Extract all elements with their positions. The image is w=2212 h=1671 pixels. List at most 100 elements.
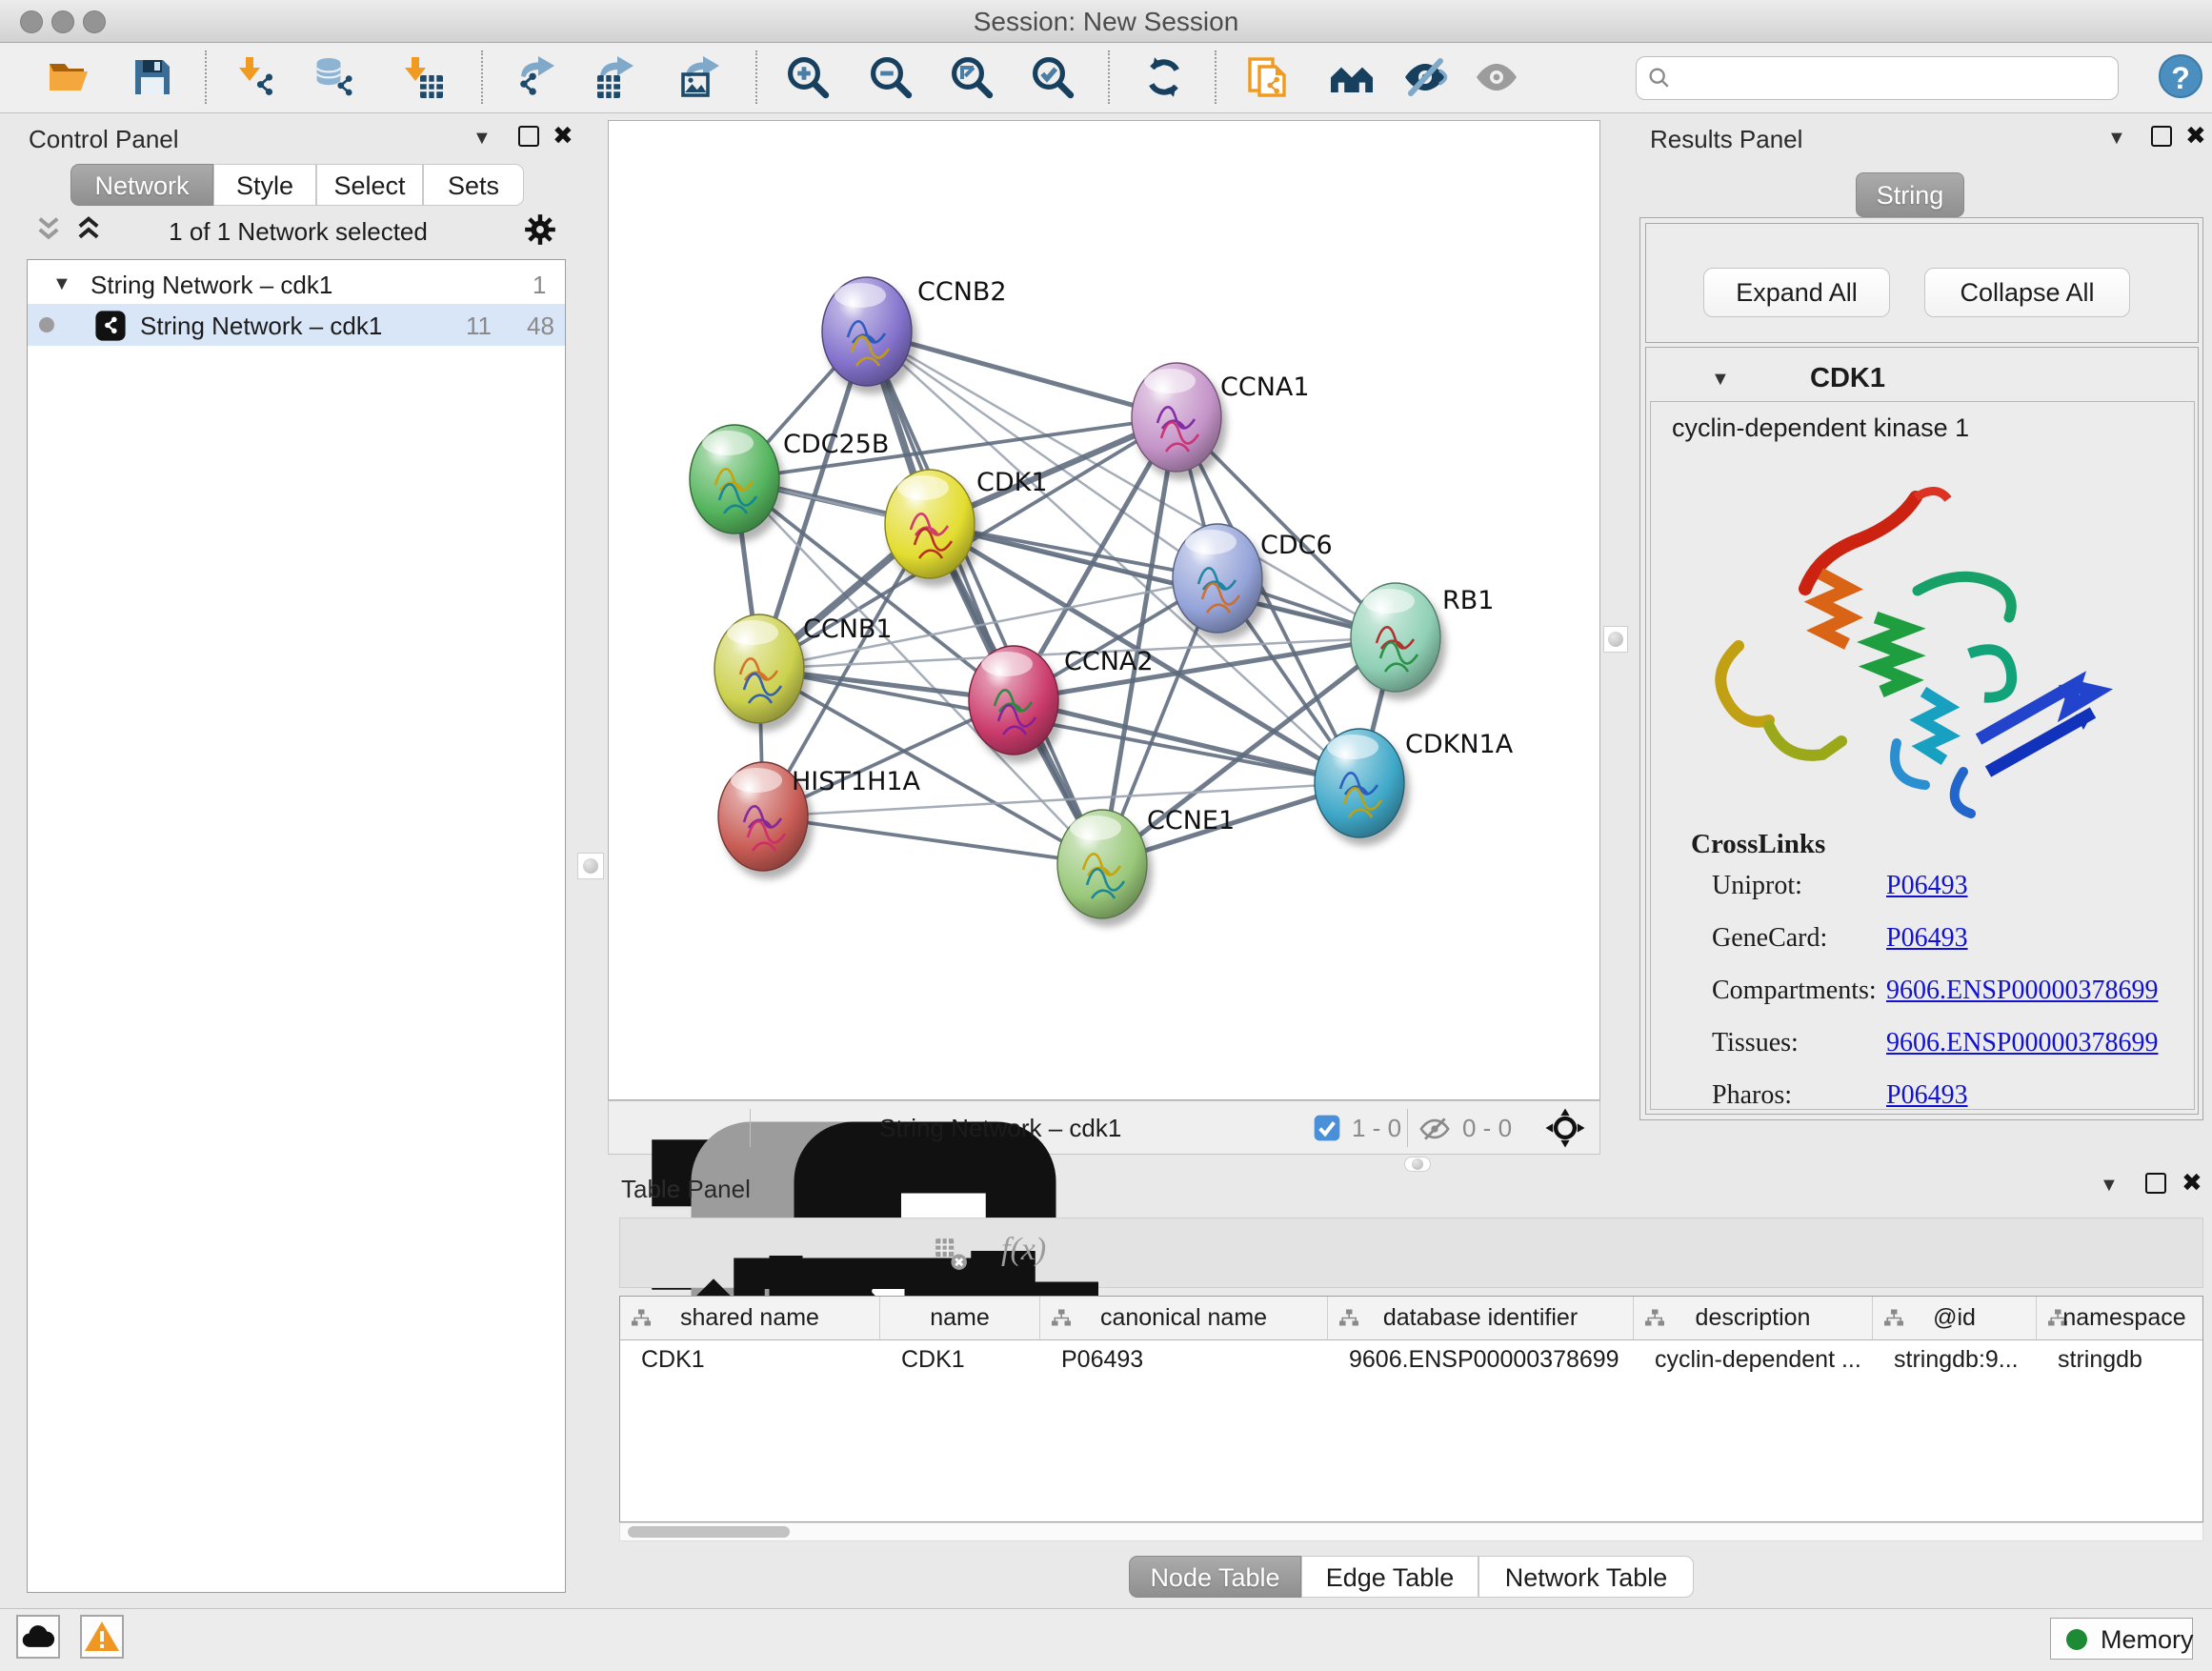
network-edge[interactable] xyxy=(1014,700,1359,783)
toolbar-separator xyxy=(481,50,483,104)
network-row[interactable]: String Network – cdk1 11 48 xyxy=(28,304,565,346)
table-cell[interactable]: CDK1 xyxy=(880,1340,1040,1377)
collection-expand-icon[interactable]: ▼ xyxy=(52,273,71,295)
save-session-button[interactable] xyxy=(130,54,175,100)
network-collection-row[interactable]: ▼ String Network – cdk1 1 xyxy=(28,264,565,306)
network-graph[interactable]: CCNB2 CCNA1 CDC25B CDK1 CDC6 RB1 CCNB1 C… xyxy=(609,121,1599,1099)
node-result-body: cyclin-dependent kinase 1 xyxy=(1650,401,2195,1110)
fit-content-icon[interactable] xyxy=(1544,1107,1586,1149)
tab-sets[interactable]: Sets xyxy=(423,164,524,206)
tab-style[interactable]: Style xyxy=(213,164,316,206)
left-splitter-handle[interactable] xyxy=(577,853,604,879)
table-cell[interactable]: CDK1 xyxy=(620,1340,880,1377)
network-options-gear-icon[interactable] xyxy=(522,211,558,248)
crosslinks-list: Uniprot:P06493GeneCard:P06493Compartment… xyxy=(1651,871,2196,1109)
results-panel-menu-icon[interactable]: ▼ xyxy=(2107,128,2126,150)
column-header-name[interactable]: name xyxy=(880,1297,1040,1340)
table-cell[interactable]: 9606.ENSP00000378699 xyxy=(1328,1340,1634,1377)
node-result-title: CDK1 xyxy=(1810,363,1885,394)
results-panel-close-button[interactable]: ✖ xyxy=(2185,125,2206,146)
table-cell[interactable]: stringdb:9... xyxy=(1873,1340,2037,1377)
column-header-shared-name[interactable]: shared name xyxy=(620,1297,880,1340)
expand-all-button[interactable]: Expand All xyxy=(1703,268,1890,317)
import-network-from-database-button[interactable] xyxy=(312,54,358,100)
crosslink-value-link[interactable]: P06493 xyxy=(1886,923,1968,954)
column-header-canonical-name[interactable]: canonical name xyxy=(1040,1297,1328,1340)
control-panel-close-button[interactable]: ✖ xyxy=(553,125,573,146)
crosslink-label: Compartments: xyxy=(1712,976,1877,1006)
collapse-all-button[interactable]: Collapse All xyxy=(1924,268,2130,317)
right-splitter-handle[interactable] xyxy=(1603,626,1628,653)
toolbar-separator xyxy=(1108,50,1110,104)
import-table-button[interactable] xyxy=(399,54,445,100)
network-node-CCNB2[interactable]: CCNB2 xyxy=(822,277,1007,386)
control-panel-title: Control Panel xyxy=(29,125,179,154)
clone-network-button[interactable] xyxy=(1245,54,1291,100)
zoom-out-button[interactable] xyxy=(868,54,914,100)
network-node-CCNA1[interactable]: CCNA1 xyxy=(1132,363,1310,472)
crosslink-value-link[interactable]: 9606.ENSP00000378699 xyxy=(1886,1028,2158,1058)
tab-network[interactable]: Network xyxy=(70,164,213,206)
table-horizontal-scrollbar[interactable] xyxy=(619,1522,2203,1541)
table-panel-close-button[interactable]: ✖ xyxy=(2182,1172,2202,1193)
zoom-selected-button[interactable] xyxy=(1030,54,1076,100)
network-icon xyxy=(94,310,127,342)
control-panel-float-button[interactable] xyxy=(518,126,539,147)
search-input[interactable] xyxy=(1682,60,2105,94)
network-canvas[interactable]: CCNB2 CCNA1 CDC25B CDK1 CDC6 RB1 CCNB1 C… xyxy=(608,120,1600,1100)
network-node-CDKN1A[interactable]: CDKN1A xyxy=(1315,729,1514,837)
export-image-button[interactable] xyxy=(677,54,723,100)
import-network-from-file-button[interactable] xyxy=(233,54,279,100)
table-cell[interactable]: cyclin-dependent ... xyxy=(1634,1340,1873,1377)
first-neighbors-button[interactable] xyxy=(1329,54,1375,100)
table-panel-float-button[interactable] xyxy=(2145,1173,2166,1194)
network-node-RB1[interactable]: RB1 xyxy=(1351,583,1494,692)
node-result-collapse-icon[interactable]: ▼ xyxy=(1711,369,1730,391)
node-label: CDC6 xyxy=(1260,531,1333,560)
network-status-dot xyxy=(39,317,54,332)
open-session-button[interactable] xyxy=(46,54,91,100)
table-cell[interactable]: stringdb xyxy=(2037,1340,2203,1377)
results-panel-float-button[interactable] xyxy=(2151,126,2172,147)
memory-button[interactable]: Memory xyxy=(2050,1618,2193,1660)
memory-label: Memory xyxy=(2101,1625,2194,1655)
table-panel-title: Table Panel xyxy=(621,1175,751,1204)
cloud-status-button[interactable] xyxy=(16,1615,60,1659)
crosslink-value-link[interactable]: P06493 xyxy=(1886,871,1968,901)
column-header-database-identifier[interactable]: database identifier xyxy=(1328,1297,1634,1340)
expand-all-networks-icon[interactable] xyxy=(72,213,105,246)
network-view-toolbar: String Network – cdk1 1 - 0 0 - 0 xyxy=(608,1100,1600,1155)
tab-edge-table[interactable]: Edge Table xyxy=(1301,1556,1478,1598)
crosslink-value-link[interactable]: 9606.ENSP00000378699 xyxy=(1886,976,2158,1006)
network-edge[interactable] xyxy=(763,816,1102,864)
network-node-HIST1H1A[interactable]: HIST1H1A xyxy=(718,762,921,871)
tab-string[interactable]: String xyxy=(1856,172,1964,217)
network-node-CCNE1[interactable]: CCNE1 xyxy=(1057,806,1235,918)
selected-items-checkbox[interactable] xyxy=(1312,1113,1342,1143)
refresh-layout-button[interactable] xyxy=(1141,54,1187,100)
crosslink-label: Uniprot: xyxy=(1712,871,1802,901)
zoom-in-button[interactable] xyxy=(785,54,831,100)
network-view-title: String Network – cdk1 xyxy=(879,1114,1121,1143)
table-panel-menu-icon[interactable]: ▼ xyxy=(2100,1175,2119,1197)
zoom-fit-button[interactable] xyxy=(949,54,995,100)
network-node-CDC25B[interactable]: CDC25B xyxy=(690,425,889,534)
column-header--id[interactable]: @id xyxy=(1873,1297,2037,1340)
network-node-CCNB1[interactable]: CCNB1 xyxy=(714,614,893,723)
crosslink-value-link[interactable]: P06493 xyxy=(1886,1080,1968,1111)
tab-node-table[interactable]: Node Table xyxy=(1129,1556,1301,1598)
tab-network-table[interactable]: Network Table xyxy=(1478,1556,1694,1598)
hide-selected-button[interactable] xyxy=(1402,54,1448,100)
export-network-button[interactable] xyxy=(513,54,558,100)
column-header-description[interactable]: description xyxy=(1634,1297,1873,1340)
help-button[interactable]: ? xyxy=(2159,54,2202,98)
control-panel-menu-icon[interactable]: ▼ xyxy=(473,128,492,150)
table-cell[interactable]: P06493 xyxy=(1040,1340,1328,1377)
column-header-namespace[interactable]: namespace xyxy=(2037,1297,2203,1340)
collapse-all-networks-icon[interactable] xyxy=(32,213,65,246)
tab-select[interactable]: Select xyxy=(316,164,423,206)
warning-status-button[interactable] xyxy=(80,1615,124,1659)
export-table-button[interactable] xyxy=(592,54,637,100)
scrollbar-thumb[interactable] xyxy=(628,1526,790,1538)
network-node-CDK1[interactable]: CDK1 xyxy=(885,468,1048,578)
